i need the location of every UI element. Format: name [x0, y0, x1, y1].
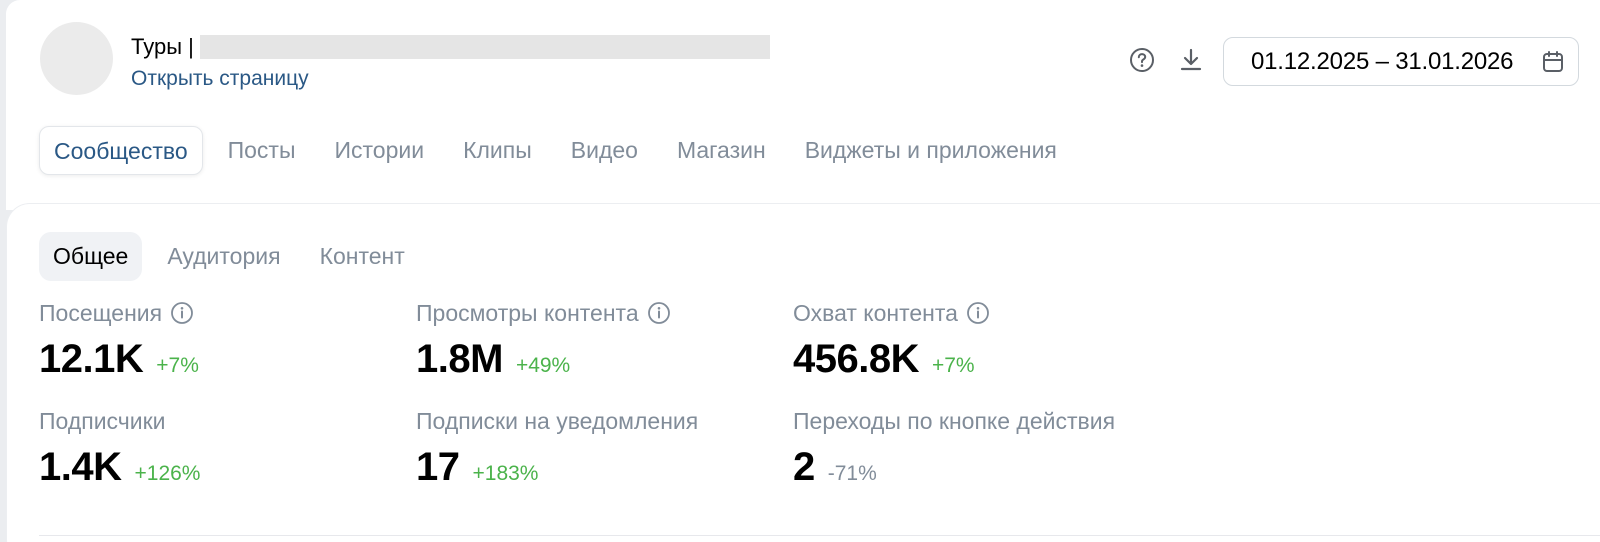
metric-label: Просмотры контента: [416, 299, 639, 326]
metric-value: 1.8M: [416, 337, 503, 381]
tab-video[interactable]: Видео: [557, 126, 652, 175]
info-icon[interactable]: [170, 301, 194, 325]
metric-change: +7%: [931, 354, 975, 377]
download-icon: [1180, 48, 1202, 71]
metric-subscribers: Подписчики 1.4K +126%: [39, 406, 200, 490]
tab-stories[interactable]: Истории: [321, 126, 439, 175]
subtab-content[interactable]: Контент: [306, 232, 419, 281]
download-button[interactable]: [1176, 45, 1206, 75]
tab-posts[interactable]: Посты: [214, 126, 310, 175]
metric-change: -71%: [827, 462, 877, 485]
metric-action-button-clicks: Переходы по кнопке действия 2 -71%: [793, 406, 1115, 490]
metric-label: Охват контента: [793, 299, 958, 326]
metric-content-views: Просмотры контента 1.8M +49%: [416, 298, 671, 382]
metric-label: Подписчики: [39, 407, 166, 434]
tab-clips[interactable]: Клипы: [449, 126, 546, 175]
date-range-picker[interactable]: 01.12.2025 – 31.01.2026: [1223, 37, 1579, 86]
metric-visits: Посещения 12.1K +7%: [39, 298, 199, 382]
metric-label: Переходы по кнопке действия: [793, 407, 1116, 434]
metric-value: 2: [793, 445, 815, 489]
main-tabs: Сообщество Посты Истории Клипы Видео Маг…: [39, 126, 1082, 175]
redacted-name-block: [199, 35, 770, 59]
metric-change: +183%: [472, 462, 539, 485]
info-icon[interactable]: [647, 301, 671, 325]
tab-shop[interactable]: Магазин: [663, 126, 780, 175]
tab-community[interactable]: Сообщество: [39, 126, 203, 175]
tab-widgets-apps[interactable]: Виджеты и приложения: [791, 126, 1071, 175]
info-icon[interactable]: [966, 301, 990, 325]
metric-change: +126%: [134, 462, 201, 485]
metric-value: 12.1K: [39, 337, 144, 381]
calendar-icon: [1540, 49, 1566, 82]
metric-value: 456.8K: [793, 337, 919, 381]
community-name-text: Туры |: [131, 34, 194, 59]
sub-tabs: Общее Аудитория Контент: [39, 232, 430, 281]
community-name: Туры |: [131, 34, 770, 60]
divider: [39, 535, 1600, 536]
avatar[interactable]: [40, 22, 113, 95]
open-page-link[interactable]: Открыть страницу: [131, 66, 309, 92]
question-circle-icon: [1130, 48, 1154, 72]
help-button[interactable]: [1127, 45, 1157, 75]
subtab-audience[interactable]: Аудитория: [153, 232, 294, 281]
metric-content-reach: Охват контента 456.8K +7%: [793, 298, 990, 382]
subtab-general[interactable]: Общее: [39, 232, 143, 281]
community-header-panel: [6, 0, 1600, 210]
metric-change: +49%: [515, 354, 571, 377]
metric-value: 1.4K: [39, 445, 122, 489]
metric-change: +7%: [156, 354, 199, 377]
metric-value: 17: [416, 445, 460, 489]
metric-label: Посещения: [39, 299, 163, 326]
date-range-text: 01.12.2025 – 31.01.2026: [1251, 47, 1514, 75]
metric-label: Подписки на уведомления: [416, 407, 699, 434]
metric-notification-subscriptions: Подписки на уведомления 17 +183%: [416, 406, 698, 490]
